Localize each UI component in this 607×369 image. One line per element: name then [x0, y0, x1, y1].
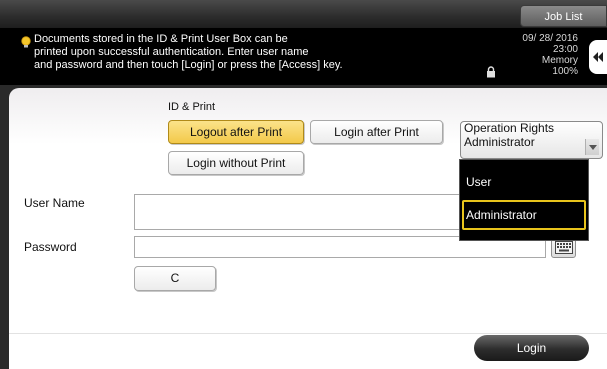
footer-divider [9, 333, 607, 334]
operation-rights-value: Administrator [464, 135, 535, 149]
user-name-label: User Name [24, 196, 85, 210]
dropdown-arrow[interactable] [585, 139, 599, 155]
guidance-message: Documents stored in the ID & Print User … [34, 33, 454, 72]
top-bar [0, 0, 607, 28]
keyboard-icon [555, 241, 573, 254]
time-text: 23:00 [552, 44, 578, 55]
login-button[interactable]: Login [474, 335, 589, 361]
memory-label: Memory [541, 55, 578, 66]
guidance-line-1: Documents stored in the ID & Print User … [34, 33, 288, 45]
clear-button[interactable]: C [134, 266, 216, 291]
login-without-print-button[interactable]: Login without Print [168, 151, 304, 175]
dropdown-option-administrator[interactable]: Administrator [462, 200, 586, 230]
id-print-label: ID & Print [168, 101, 216, 113]
lock-icon [487, 66, 495, 78]
memory-value: 100% [552, 66, 578, 77]
double-chevron-left-icon [593, 52, 603, 62]
dropdown-option-user[interactable]: User [464, 167, 584, 197]
login-after-print-button[interactable]: Login after Print [310, 120, 443, 144]
date-text: 09/ 28/ 2016 [522, 33, 578, 44]
guidance-line-2: printed upon successful authentication. … [34, 46, 309, 58]
password-label: Password [24, 240, 77, 254]
guidance-line-3: and password and then touch [Login] or p… [34, 59, 343, 71]
status-panel: 09/ 28/ 2016 23:00 Memory 100% [486, 33, 578, 77]
user-name-input[interactable] [134, 194, 460, 230]
lightbulb-icon [21, 36, 31, 48]
collapse-message-button[interactable] [589, 40, 607, 74]
chevron-down-icon [589, 145, 597, 150]
logout-after-print-button[interactable]: Logout after Print [168, 120, 304, 144]
operation-rights-label: Operation Rights [464, 121, 555, 135]
job-list-button[interactable]: Job List [520, 5, 607, 27]
